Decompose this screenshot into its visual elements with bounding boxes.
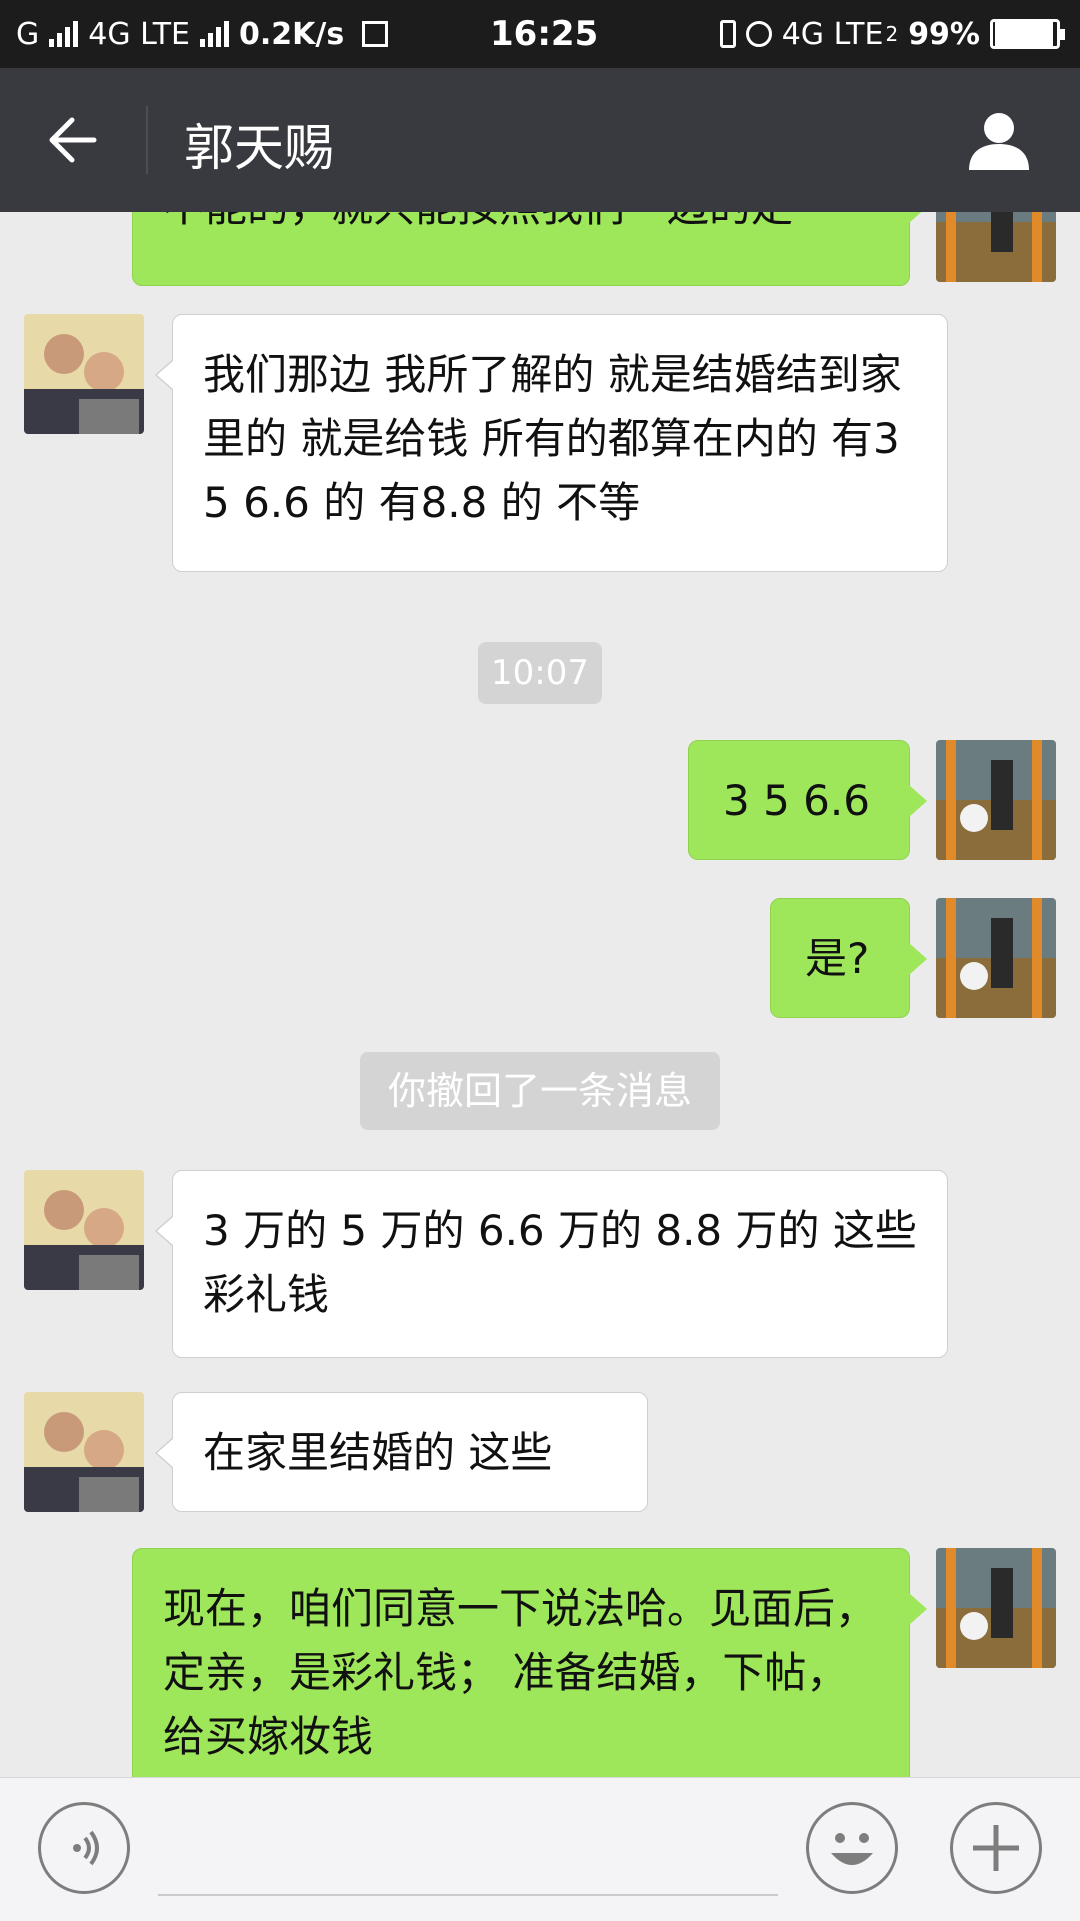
system-text: 你撤回了一条消息 <box>387 1069 692 1113</box>
signal-icon <box>49 21 79 47</box>
recalled-notice: 你撤回了一条消息 <box>360 1052 720 1130</box>
sim-label: 2 <box>885 22 899 46</box>
battery-percent: 99% <box>908 16 980 52</box>
arrow-left-icon[interactable] <box>46 115 98 165</box>
network-label-1: G <box>16 16 40 52</box>
message-text: 在家里结婚的 这些 <box>203 1428 553 1477</box>
voice-button[interactable] <box>38 1802 130 1894</box>
voice-icon <box>73 1830 99 1866</box>
signal-icon <box>199 21 229 47</box>
screenshot-icon <box>362 21 389 47</box>
message-bubble-outgoing[interactable]: 不能的，就只能按照我们一边的走 <box>132 212 927 286</box>
message-bubble-incoming[interactable]: 3 万的 5 万的 6.6 万的 8.8 万的 这些彩礼钱 <box>155 1170 948 1358</box>
message-bubble-outgoing[interactable]: 3 5 6.6 <box>688 740 927 860</box>
network-label-3: 4G LTE <box>781 16 884 52</box>
header-divider <box>146 106 148 174</box>
avatar-contact[interactable] <box>24 1392 144 1512</box>
avatar-self[interactable] <box>936 212 1056 282</box>
message-text: 不能的，就只能按照我们一边的走 <box>163 212 793 231</box>
data-speed: 0.2K/s <box>238 16 345 52</box>
message-text: 3 5 6.6 <box>723 776 870 825</box>
message-text: 我们那边 我所了解的 就是结婚结到家里的 就是给钱 所有的都算在内的 有3 5 … <box>203 350 902 527</box>
avatar-self[interactable] <box>936 898 1056 1018</box>
message-text: 是? <box>805 934 870 983</box>
vibrate-icon <box>719 20 736 48</box>
status-right: 4G LTE 2 99% <box>719 16 1065 52</box>
plus-icon <box>973 1825 1019 1871</box>
timestamp-text: 10:07 <box>491 653 589 693</box>
plus-button[interactable] <box>950 1802 1042 1894</box>
chat-title: 郭天赐 <box>184 119 334 177</box>
avatar-contact[interactable] <box>24 1170 144 1290</box>
avatar-contact[interactable] <box>24 314 144 434</box>
avatar-self[interactable] <box>936 1548 1056 1668</box>
timestamp-pill: 10:07 <box>478 642 602 704</box>
status-bar: G 4G LTE 0.2K/s 16:25 4G LTE 2 99% <box>0 0 1080 68</box>
input-bar <box>0 1777 1080 1921</box>
message-input[interactable] <box>158 1894 778 1896</box>
message-bubble-incoming[interactable]: 在家里结婚的 这些 <box>155 1392 648 1512</box>
message-bubble-outgoing[interactable]: 是? <box>770 898 927 1018</box>
message-text: 3 万的 5 万的 6.6 万的 8.8 万的 这些彩礼钱 <box>203 1206 917 1319</box>
battery-icon <box>990 19 1065 49</box>
message-bubble-incoming[interactable]: 我们那边 我所了解的 就是结婚结到家里的 就是给钱 所有的都算在内的 有3 5 … <box>155 314 948 572</box>
network-label-2: 4G LTE <box>88 16 190 52</box>
emoji-button[interactable] <box>806 1802 898 1894</box>
message-bubble-outgoing[interactable]: 现在，咱们同意一下说法哈。见面后，定亲，是彩礼钱； 准备结婚，下帖，给买嫁妆钱 <box>132 1548 927 1777</box>
message-text: 现在，咱们同意一下说法哈。见面后，定亲，是彩礼钱； 准备结婚，下帖，给买嫁妆钱 <box>163 1584 878 1761</box>
person-icon[interactable] <box>966 108 1032 174</box>
title-bar: 郭天赐 <box>0 68 1080 212</box>
chat-area[interactable]: 不能的，就只能按照我们一边的走 我们那边 我所了解的 就是结婚结到家里的 就是给… <box>0 212 1080 1777</box>
alarm-icon <box>745 21 772 47</box>
avatar-self[interactable] <box>936 740 1056 860</box>
clock: 16:25 <box>490 14 599 54</box>
battery-fill <box>995 22 1054 46</box>
status-left: G 4G LTE 0.2K/s <box>16 16 389 52</box>
emoji-icon <box>831 1833 873 1865</box>
